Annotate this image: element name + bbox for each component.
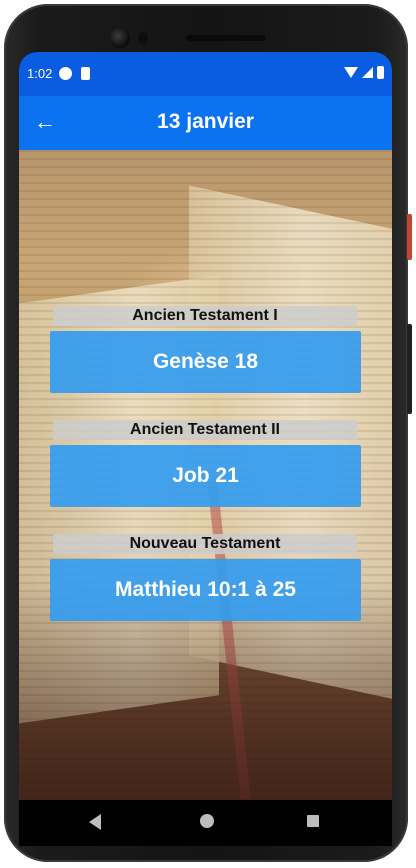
page-title: 13 janvier xyxy=(157,110,254,133)
section-label-new-testament: Nouveau Testament xyxy=(53,534,357,554)
notification-icon xyxy=(59,67,72,80)
nav-recent-apps-icon[interactable] xyxy=(307,815,319,827)
signal-icon xyxy=(362,67,373,78)
power-button[interactable] xyxy=(407,214,412,260)
system-nav-bar xyxy=(19,800,392,846)
battery-icon xyxy=(377,66,384,79)
status-bar: 1:02 xyxy=(19,52,392,96)
front-camera-icon xyxy=(110,28,130,48)
sensor-icon xyxy=(138,32,148,44)
reading-button-old-testament-2[interactable]: Job 21 xyxy=(50,445,361,507)
app-bar: ← 13 janvier xyxy=(19,96,392,150)
nav-home-icon[interactable] xyxy=(200,814,214,828)
status-time: 1:02 xyxy=(27,66,53,81)
wifi-icon xyxy=(344,67,358,78)
nav-back-icon[interactable] xyxy=(89,814,101,830)
sim-icon xyxy=(81,67,90,80)
section-label-old-testament-2: Ancien Testament II xyxy=(53,420,357,440)
screen: 1:02 ← 13 janvier Ancien Testament I Gen… xyxy=(19,52,392,800)
section-label-old-testament-1: Ancien Testament I xyxy=(53,306,357,326)
reading-button-old-testament-1[interactable]: Genèse 18 xyxy=(50,331,361,393)
earpiece-speaker xyxy=(186,35,266,41)
status-icons xyxy=(344,66,384,79)
volume-button[interactable] xyxy=(407,324,412,414)
reading-button-new-testament[interactable]: Matthieu 10:1 à 25 xyxy=(50,559,361,621)
